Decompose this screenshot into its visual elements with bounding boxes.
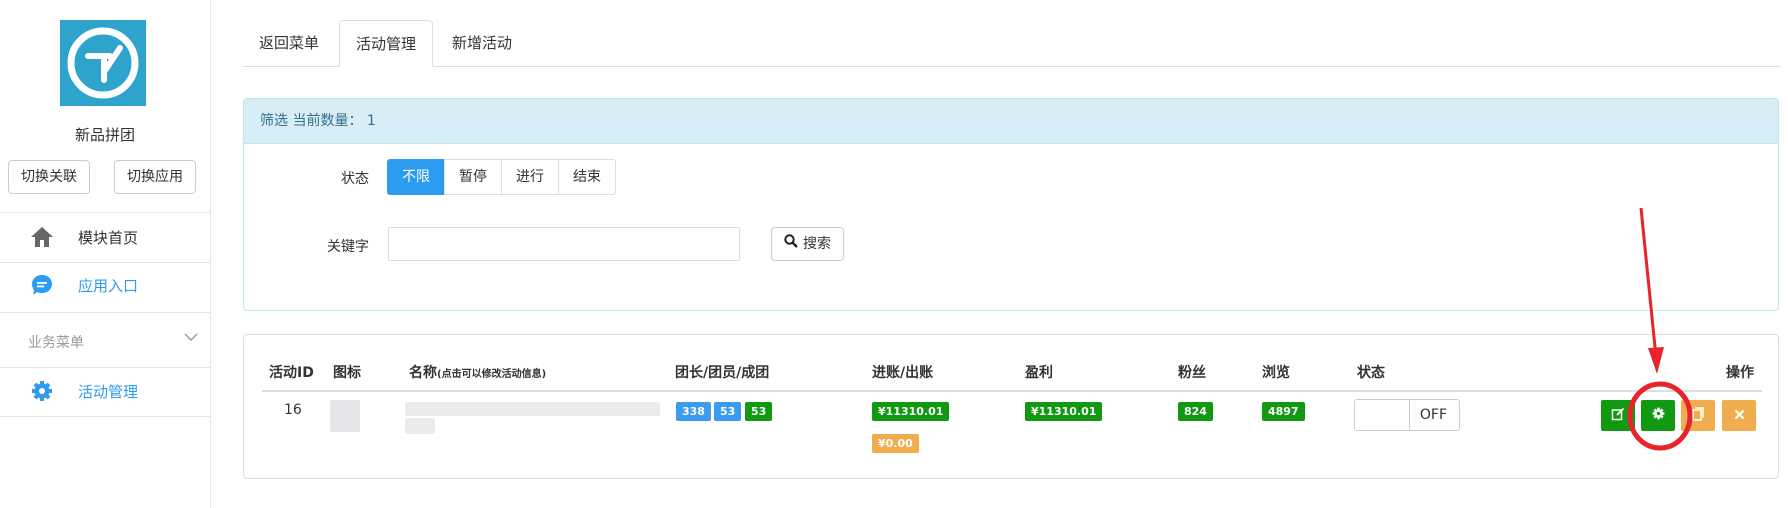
col-header-id: 活动ID (269, 365, 314, 381)
group-count-badge: 53 (745, 402, 773, 421)
expense-badge: ¥0.00 (872, 434, 919, 453)
sidebar-item-label: 活动管理 (78, 382, 139, 401)
status-option-ended[interactable]: 结束 (558, 159, 616, 195)
tab-bar: 返回菜单 活动管理 新增活动 (243, 20, 1780, 67)
col-header-fans: 粉丝 (1178, 365, 1206, 381)
col-header-profit: 盈利 (1025, 365, 1053, 381)
delete-button[interactable] (1722, 400, 1756, 431)
col-header-name-hint: (点击可以修改活动信息) (437, 369, 547, 380)
header-divider (262, 390, 1762, 392)
col-header-name: 名称(点击可以修改活动信息) (409, 362, 546, 382)
search-button-label: 搜索 (803, 236, 831, 252)
status-toggle[interactable]: OFF (1354, 399, 1460, 431)
divider (0, 367, 210, 368)
keyword-label: 关键字 (327, 239, 369, 255)
activity-name-blur (405, 418, 435, 434)
col-header-actions: 操作 (1726, 365, 1754, 381)
copy-button[interactable] (1681, 400, 1715, 431)
status-filter: 不限 暂停 进行 结束 (387, 159, 616, 195)
app-logo (60, 20, 146, 106)
sidebar-item-activity-management[interactable]: 活动管理 (28, 376, 138, 406)
col-header-status: 状态 (1357, 365, 1385, 381)
toggle-state-text: OFF (1419, 407, 1447, 423)
sidebar-item-label: 模块首页 (78, 228, 139, 247)
copy-icon (1692, 406, 1704, 425)
group-title: 业务菜单 (28, 335, 84, 351)
chevron-down-icon[interactable] (184, 330, 198, 346)
home-icon (28, 226, 56, 248)
gear-icon (1652, 407, 1665, 424)
filter-panel: 筛选 当前数量： 1 (243, 98, 1779, 311)
toggle-knob (1355, 400, 1410, 430)
brand-name: 新品拼团 (74, 126, 135, 144)
divider (0, 416, 210, 417)
filter-header: 筛选 当前数量： 1 (244, 99, 1778, 144)
tab-new-activity[interactable]: 新增活动 (436, 20, 528, 66)
search-icon (784, 228, 798, 260)
sidebar-item-module-home[interactable]: 模块首页 (28, 222, 138, 252)
switch-link-button[interactable]: 切换关联 (8, 160, 90, 194)
col-header-views: 浏览 (1262, 365, 1290, 381)
tab-back-menu[interactable]: 返回菜单 (243, 20, 335, 66)
divider (0, 262, 210, 263)
profit-badge: ¥11310.01 (1025, 402, 1103, 421)
divider (0, 212, 210, 213)
sidebar-item-app-entry[interactable]: 应用入口 (28, 270, 138, 300)
activity-icon-image (330, 400, 360, 432)
sidebar: 新品拼团 切换关联 切换应用 模块首页 应用入口 业务菜单 活动管理 (0, 0, 211, 508)
income-badge: ¥11310.01 (872, 402, 950, 421)
status-option-paused[interactable]: 暂停 (444, 159, 502, 195)
status-option-all[interactable]: 不限 (387, 159, 445, 195)
views-badge: 4897 (1262, 402, 1305, 421)
settings-button[interactable] (1641, 400, 1675, 431)
sidebar-item-label: 应用入口 (78, 276, 139, 295)
activity-id: 16 (284, 402, 302, 418)
col-header-income-expense: 进账/出账 (872, 365, 934, 381)
edit-icon (1611, 407, 1625, 425)
chat-bubble-icon (28, 273, 56, 297)
keyword-input[interactable] (388, 227, 740, 261)
fans-badge: 824 (1178, 402, 1213, 421)
status-label: 状态 (341, 171, 369, 187)
search-button[interactable]: 搜索 (771, 227, 844, 261)
tab-activity-management[interactable]: 活动管理 (339, 20, 434, 67)
member-count-badge: 53 (714, 402, 742, 421)
switch-app-button[interactable]: 切换应用 (114, 160, 196, 194)
col-header-leader-member-group: 团长/团员/成团 (675, 365, 770, 381)
col-header-icon: 图标 (333, 365, 361, 381)
close-icon (1734, 408, 1745, 424)
edit-button[interactable] (1601, 400, 1635, 431)
gear-icon (28, 380, 56, 402)
activity-name-link[interactable] (405, 402, 660, 416)
status-option-running[interactable]: 进行 (501, 159, 559, 195)
col-header-name-text: 名称 (409, 365, 437, 381)
divider (0, 312, 210, 313)
leader-count-badge: 338 (676, 402, 711, 421)
